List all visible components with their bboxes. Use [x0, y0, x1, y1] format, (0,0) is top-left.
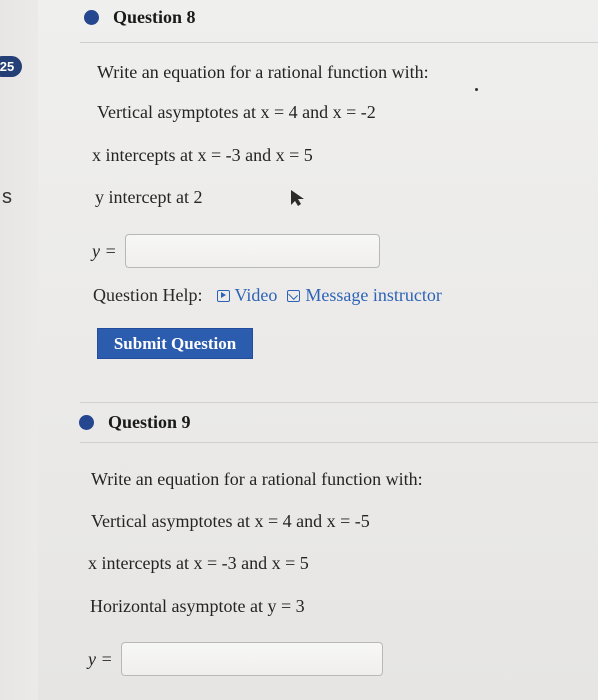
- dot-icon: [84, 10, 99, 25]
- page: 25 s Question 8 Write an equation for a …: [0, 0, 598, 700]
- mail-icon: [287, 289, 301, 302]
- question-9-answer-input[interactable]: [120, 642, 383, 676]
- video-icon: [216, 289, 230, 302]
- question-9-top-divider: [80, 402, 598, 403]
- question-count-badge: 25: [0, 56, 22, 77]
- question-9-line-2: x intercepts at x = -3 and x = 5: [88, 553, 309, 573]
- question-9-header: Question 9: [79, 412, 191, 433]
- question-help-label: Question Help:: [93, 285, 203, 305]
- small-mark: [475, 88, 478, 91]
- cursor-icon: [291, 190, 304, 206]
- question-9-prompt: Write an equation for a rational functio…: [91, 469, 423, 489]
- dot-icon: [79, 415, 94, 430]
- question-9-header-divider: [80, 442, 598, 443]
- question-9-answer-row: y =: [88, 642, 383, 676]
- left-gutter: [0, 0, 38, 700]
- video-link[interactable]: Video: [216, 285, 278, 306]
- question-8-answer-input[interactable]: [124, 234, 380, 268]
- question-9-answer-label: y =: [88, 648, 113, 669]
- question-8-title: Question 8: [113, 7, 196, 27]
- question-8-header: Question 8: [84, 7, 196, 28]
- question-9-title: Question 9: [108, 412, 191, 432]
- message-instructor-label: Message instructor: [305, 285, 442, 305]
- question-8-prompt: Write an equation for a rational functio…: [97, 62, 429, 82]
- submit-question-button[interactable]: Submit Question: [97, 328, 253, 359]
- question-9-line-3: Horizontal asymptote at y = 3: [90, 596, 305, 616]
- video-link-label: Video: [234, 285, 278, 305]
- question-8-line-3: y intercept at 2: [95, 187, 203, 207]
- question-8-line-2: x intercepts at x = -3 and x = 5: [92, 145, 313, 165]
- message-instructor-link[interactable]: Message instructor: [287, 285, 442, 306]
- question-8-help-row: Question Help: Video Message instructor: [93, 285, 442, 306]
- question-8-top-divider: [80, 42, 598, 43]
- question-8-answer-row: y =: [92, 234, 380, 268]
- question-8-answer-label: y =: [92, 240, 117, 261]
- question-8-line-1: Vertical asymptotes at x = 4 and x = -2: [97, 102, 376, 122]
- side-letter: s: [2, 186, 12, 208]
- question-9-line-1: Vertical asymptotes at x = 4 and x = -5: [91, 511, 370, 531]
